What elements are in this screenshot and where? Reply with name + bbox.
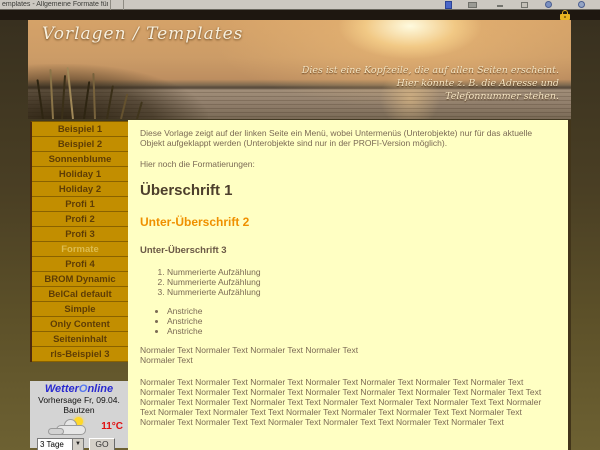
sidebar-item-belcal-default[interactable]: BelCal default bbox=[32, 287, 128, 302]
header-banner-image: Vorlagen / Templates Dies ist eine Kopfz… bbox=[28, 20, 571, 119]
browser-window: emplates - Allgemeine Formate für Texte … bbox=[0, 0, 600, 450]
browser-page-icon[interactable] bbox=[445, 1, 452, 9]
numbered-list-item: Nummerierte Aufzählung bbox=[167, 287, 556, 297]
sidebar-item-rls-beispiel-3[interactable]: rls-Beispiel 3 bbox=[32, 347, 128, 362]
browser-toolbar: emplates - Allgemeine Formate für Texte … bbox=[0, 0, 600, 10]
sidebar-item-profi-2[interactable]: Profi 2 bbox=[32, 212, 128, 227]
lock-icon bbox=[560, 10, 571, 20]
chevron-down-icon[interactable]: ▼ bbox=[72, 439, 83, 450]
restore-window-icon[interactable] bbox=[521, 2, 528, 8]
sidebar-item-sonnenblume[interactable]: Sonnenblume bbox=[32, 152, 128, 167]
header-tagline: Dies ist eine Kopfzeile, die auf allen S… bbox=[302, 64, 559, 103]
sidebar-item-holiday-2[interactable]: Holiday 2 bbox=[32, 182, 128, 197]
bullet-list-item: Anstriche bbox=[167, 326, 556, 336]
sidebar-item-formate[interactable]: Formate bbox=[32, 242, 128, 257]
tab-separator bbox=[110, 0, 111, 10]
browser-globe-icon[interactable] bbox=[545, 1, 552, 8]
sidebar-item-only-content[interactable]: Only Content bbox=[32, 317, 128, 332]
weather-widget: WetterOnline Vorhersage Fr, 09.04. Bautz… bbox=[30, 381, 128, 448]
normal-text-short: Normaler Text Normaler Text Normaler Tex… bbox=[140, 345, 556, 365]
cloud-icon bbox=[48, 428, 64, 435]
weather-go-button[interactable]: GO bbox=[89, 438, 115, 450]
heading-3: Unter-Überschrift 3 bbox=[140, 245, 556, 256]
wetteronline-logo[interactable]: WetterOnline bbox=[30, 383, 128, 395]
minimize-icon[interactable] bbox=[497, 5, 503, 7]
browser-tab-title[interactable]: emplates - Allgemeine Formate für Texte … bbox=[2, 1, 108, 8]
normal-text-long: Normaler Text Normaler Text Normaler Tex… bbox=[140, 377, 556, 427]
print-icon[interactable] bbox=[468, 2, 477, 8]
forecast-range-value: 3 Tage bbox=[38, 439, 72, 450]
heading-2: Unter-Überschrift 2 bbox=[140, 216, 556, 229]
numbered-list-item: Nummerierte Aufzählung bbox=[167, 277, 556, 287]
site-title: Vorlagen / Templates bbox=[42, 24, 243, 44]
intro-paragraph: Diese Vorlage zeigt auf der linken Seite… bbox=[140, 128, 556, 148]
bullet-list-item: Anstriche bbox=[167, 316, 556, 326]
sidebar-item-profi-4[interactable]: Profi 4 bbox=[32, 257, 128, 272]
temperature-value: 11°C bbox=[101, 421, 123, 432]
weather-city: Bautzen bbox=[30, 405, 128, 415]
formats-intro: Hier noch die Formatierungen: bbox=[140, 159, 556, 169]
heading-1: Überschrift 1 bbox=[140, 183, 556, 199]
main-content: Diese Vorlage zeigt auf der linken Seite… bbox=[128, 120, 571, 450]
statusbar-strip bbox=[0, 10, 600, 20]
forecast-range-select[interactable]: 3 Tage ▼ bbox=[37, 438, 84, 450]
bullet-list: Anstriche Anstriche Anstriche bbox=[167, 306, 556, 336]
browser-globe-icon[interactable] bbox=[578, 1, 585, 8]
sidebar-item-profi-3[interactable]: Profi 3 bbox=[32, 227, 128, 242]
tab-separator bbox=[123, 0, 124, 10]
numbered-list: Nummerierte Aufzählung Nummerierte Aufzä… bbox=[167, 267, 556, 297]
sidebar-item-beispiel-1[interactable]: Beispiel 1 bbox=[32, 122, 128, 137]
page-background: Vorlagen / Templates Dies ist eine Kopfz… bbox=[0, 20, 600, 450]
sidebar-item-beispiel-2[interactable]: Beispiel 2 bbox=[32, 137, 128, 152]
sidebar-item-seiteninhalt[interactable]: Seiteninhalt bbox=[32, 332, 128, 347]
weather-forecast-date: Vorhersage Fr, 09.04. bbox=[30, 395, 128, 405]
sidebar-item-simple[interactable]: Simple bbox=[32, 302, 128, 317]
bullet-list-item: Anstriche bbox=[167, 306, 556, 316]
numbered-list-item: Nummerierte Aufzählung bbox=[167, 267, 556, 277]
sidebar-item-holiday-1[interactable]: Holiday 1 bbox=[32, 167, 128, 182]
sidebar-menu: Beispiel 1 Beispiel 2 Sonnenblume Holida… bbox=[30, 121, 128, 362]
dune-grass-graphic bbox=[28, 64, 208, 119]
sidebar-item-profi-1[interactable]: Profi 1 bbox=[32, 197, 128, 212]
sidebar-item-brom-dynamic[interactable]: BROM Dynamic bbox=[32, 272, 128, 287]
